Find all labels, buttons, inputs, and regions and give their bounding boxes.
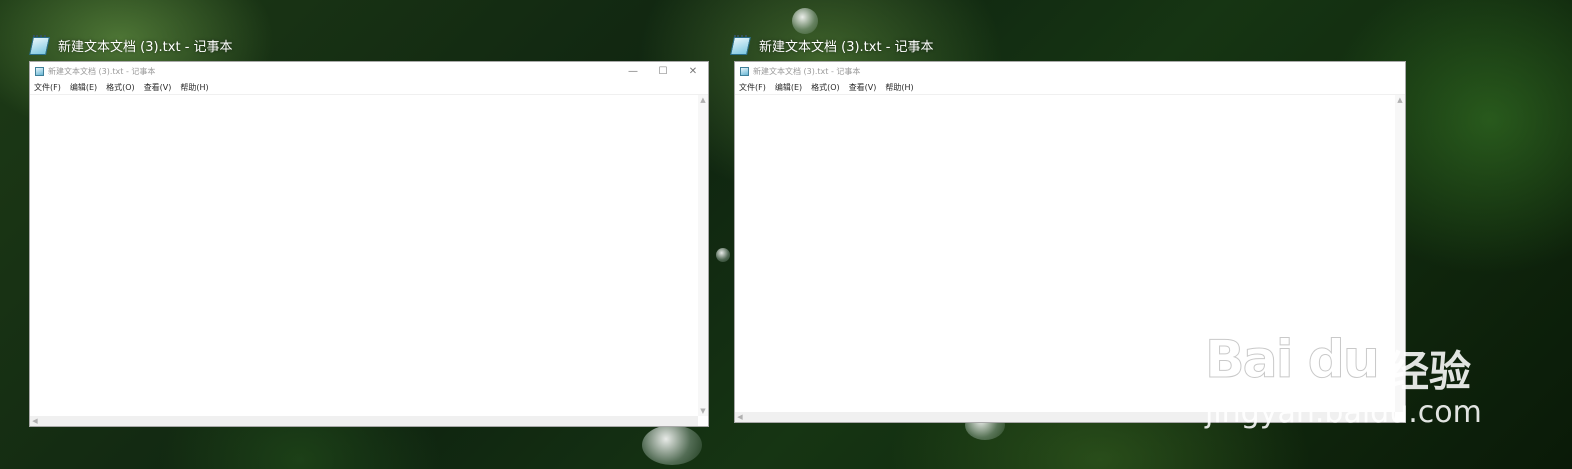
scroll-down-arrow-icon[interactable]: ▼ — [698, 406, 708, 416]
water-droplet — [792, 8, 818, 34]
text-edit-area[interactable] — [30, 95, 698, 416]
thumbnail-title-text: 新建文本文档 (3).txt - 记事本 — [58, 39, 233, 55]
window-title: 新建文本文档 (3).txt - 记事本 — [753, 66, 861, 76]
window-title: 新建文本文档 (3).txt - 记事本 — [48, 66, 156, 76]
baidu-jingyan-watermark: Bai du 经验 jingyan.baidu.com — [1205, 300, 1495, 440]
menu-view[interactable]: 查看(V) — [849, 82, 877, 93]
watermark-url: jingyan.baidu.com — [1205, 395, 1482, 430]
taskview-thumbnail-title-2[interactable]: 新建文本文档 (3).txt - 记事本 — [729, 35, 934, 55]
notepad-icon — [35, 66, 44, 76]
notepad-icon — [729, 35, 751, 55]
menu-bar: 文件(F) 编辑(E) 格式(O) 查看(V) 帮助(H) — [735, 80, 1405, 95]
water-droplet — [716, 248, 730, 262]
watermark-chinese: 经验 — [1387, 347, 1472, 396]
menu-view[interactable]: 查看(V) — [144, 82, 172, 93]
title-bar: 新建文本文档 (3).txt - 记事本 — [735, 62, 1405, 80]
minimize-button[interactable]: — — [618, 62, 648, 80]
notepad-icon — [740, 66, 749, 76]
scroll-up-arrow-icon[interactable]: ▲ — [698, 95, 708, 105]
scroll-left-arrow-icon[interactable]: ◀ — [30, 416, 40, 426]
taskview-thumbnail-title-1[interactable]: 新建文本文档 (3).txt - 记事本 — [28, 35, 233, 55]
menu-edit[interactable]: 编辑(E) — [775, 82, 802, 93]
menu-help[interactable]: 帮助(H) — [180, 82, 208, 93]
menu-format[interactable]: 格式(O) — [106, 82, 135, 93]
title-bar: 新建文本文档 (3).txt - 记事本 — ☐ ✕ — [30, 62, 708, 80]
thumbnail-title-text: 新建文本文档 (3).txt - 记事本 — [759, 39, 934, 55]
menu-file[interactable]: 文件(F) — [739, 82, 766, 93]
horizontal-scrollbar[interactable]: ◀ — [30, 416, 698, 426]
notepad-icon — [28, 35, 50, 55]
maximize-button[interactable]: ☐ — [648, 62, 678, 80]
scroll-up-arrow-icon[interactable]: ▲ — [1395, 95, 1405, 105]
menu-help[interactable]: 帮助(H) — [885, 82, 913, 93]
close-button[interactable]: ✕ — [678, 62, 708, 80]
watermark-brand: Bai du — [1205, 330, 1381, 391]
menu-file[interactable]: 文件(F) — [34, 82, 61, 93]
notepad-window-1[interactable]: 新建文本文档 (3).txt - 记事本 — ☐ ✕ 文件(F) 编辑(E) 格… — [29, 61, 709, 427]
scroll-left-arrow-icon[interactable]: ◀ — [735, 412, 745, 422]
menu-bar: 文件(F) 编辑(E) 格式(O) 查看(V) 帮助(H) — [30, 80, 708, 95]
menu-edit[interactable]: 编辑(E) — [70, 82, 97, 93]
menu-format[interactable]: 格式(O) — [811, 82, 840, 93]
water-droplet — [642, 425, 702, 465]
vertical-scrollbar[interactable]: ▲ ▼ — [698, 95, 708, 416]
